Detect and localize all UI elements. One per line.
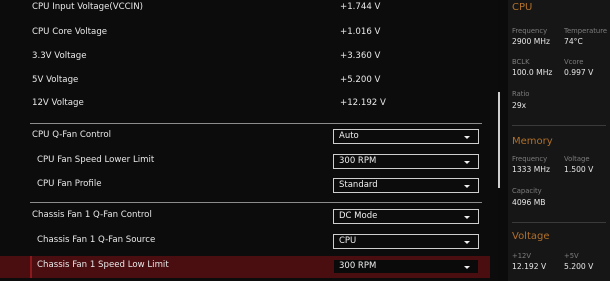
voltage-row-cpu-core: CPU Core Voltage +1.016 V — [0, 23, 490, 45]
voltage-value: +5.200 V — [340, 75, 381, 85]
settings-list: CPU Input Voltage(VCCIN) +1.744 V CPU Co… — [0, 0, 498, 281]
voltage-row-vccin: CPU Input Voltage(VCCIN) +1.744 V — [0, 0, 490, 22]
chevron-down-icon — [464, 216, 470, 219]
setting-label: Chassis Fan 1 Q-Fan Control — [32, 210, 152, 220]
chevron-down-icon — [464, 266, 470, 269]
setting-row-cpu-fan-profile[interactable]: CPU Fan Profile Standard — [0, 175, 490, 197]
voltage-label: 12V Voltage — [32, 98, 84, 108]
dropdown-value: Standard — [339, 180, 378, 190]
cpu-vcore-value: 0.997 V — [564, 68, 594, 77]
cpu-bclk-label: BCLK — [512, 58, 530, 66]
voltage-value: +12.192 V — [340, 98, 386, 108]
voltage-5v-value: 5.200 V — [564, 262, 594, 271]
setting-row-chassis-fan1-qfan-control[interactable]: Chassis Fan 1 Q-Fan Control DC Mode — [0, 206, 490, 228]
chevron-down-icon — [464, 161, 470, 164]
chassis-fan1-speed-low-limit-dropdown[interactable]: 300 RPM — [333, 259, 479, 274]
memory-capacity-value: 4096 MB — [512, 198, 546, 207]
voltage-value: +3.360 V — [340, 51, 381, 61]
section-divider — [30, 123, 482, 124]
cpu-qfan-control-dropdown[interactable]: Auto — [333, 129, 479, 144]
cpu-fan-speed-lower-limit-dropdown[interactable]: 300 RPM — [333, 154, 479, 169]
cpu-ratio-value: 29x — [512, 101, 527, 110]
dropdown-value: 300 RPM — [339, 156, 377, 166]
dropdown-value: Auto — [339, 131, 359, 141]
voltage-value: +1.744 V — [340, 2, 381, 12]
chevron-down-icon — [464, 185, 470, 188]
scrollbar[interactable] — [498, 92, 500, 188]
voltage-label: 5V Voltage — [32, 75, 79, 85]
voltage-label: CPU Input Voltage(VCCIN) — [32, 2, 143, 12]
setting-row-cpu-fan-speed-lower-limit[interactable]: CPU Fan Speed Lower Limit 300 RPM — [0, 151, 490, 173]
dropdown-value: 300 RPM — [339, 261, 377, 271]
setting-row-cpu-qfan-control[interactable]: CPU Q-Fan Control Auto — [0, 126, 490, 148]
chassis-fan1-qfan-source-dropdown[interactable]: CPU — [333, 234, 479, 249]
memory-capacity-label: Capacity — [512, 187, 542, 195]
voltage-12v-label: +12V — [512, 252, 531, 260]
hardware-monitor-panel: CPU Frequency Temperature 2900 MHz 74°C … — [508, 0, 610, 281]
voltage-label: 3.3V Voltage — [32, 51, 87, 61]
memory-frequency-label: Frequency — [512, 155, 548, 163]
panel-divider — [512, 222, 606, 223]
cpu-vcore-label: Vcore — [564, 58, 584, 66]
voltage-row-3v3: 3.3V Voltage +3.360 V — [0, 47, 490, 69]
setting-label: CPU Fan Speed Lower Limit — [37, 155, 155, 165]
setting-row-chassis-fan1-qfan-source[interactable]: Chassis Fan 1 Q-Fan Source CPU — [0, 231, 490, 253]
setting-label: Chassis Fan 1 Speed Low Limit — [37, 260, 169, 270]
setting-row-chassis-fan1-speed-low-limit[interactable]: Chassis Fan 1 Speed Low Limit 300 RPM — [0, 256, 490, 278]
chassis-fan1-qfan-control-dropdown[interactable]: DC Mode — [333, 209, 479, 224]
voltage-value: +1.016 V — [340, 27, 381, 37]
memory-frequency-value: 1333 MHz — [512, 165, 550, 174]
voltage-5v-label: +5V — [564, 252, 579, 260]
section-divider — [30, 202, 482, 203]
cpu-temperature-value: 74°C — [564, 37, 583, 46]
voltage-12v-value: 12.192 V — [512, 262, 547, 271]
voltage-row-12v: 12V Voltage +12.192 V — [0, 94, 490, 116]
voltage-row-5v: 5V Voltage +5.200 V — [0, 71, 490, 93]
memory-section-title: Memory — [512, 136, 553, 147]
cpu-section-title: CPU — [512, 2, 533, 13]
chevron-down-icon — [464, 241, 470, 244]
panel-divider — [512, 125, 606, 126]
setting-label: Chassis Fan 1 Q-Fan Source — [37, 235, 156, 245]
cpu-fan-profile-dropdown[interactable]: Standard — [333, 178, 479, 193]
voltage-label: CPU Core Voltage — [32, 27, 108, 37]
cpu-frequency-value: 2900 MHz — [512, 37, 550, 46]
chevron-down-icon — [464, 136, 470, 139]
cpu-frequency-label: Frequency — [512, 27, 548, 35]
dropdown-value: CPU — [339, 236, 357, 246]
voltage-section-title: Voltage — [512, 231, 550, 242]
cpu-bclk-value: 100.0 MHz — [512, 68, 553, 77]
memory-voltage-label: Voltage — [564, 155, 590, 163]
setting-label: CPU Fan Profile — [37, 179, 102, 189]
memory-voltage-value: 1.500 V — [564, 165, 594, 174]
cpu-ratio-label: Ratio — [512, 90, 530, 98]
dropdown-value: DC Mode — [339, 211, 378, 221]
cpu-temperature-label: Temperature — [564, 27, 608, 35]
setting-label: CPU Q-Fan Control — [32, 130, 111, 140]
